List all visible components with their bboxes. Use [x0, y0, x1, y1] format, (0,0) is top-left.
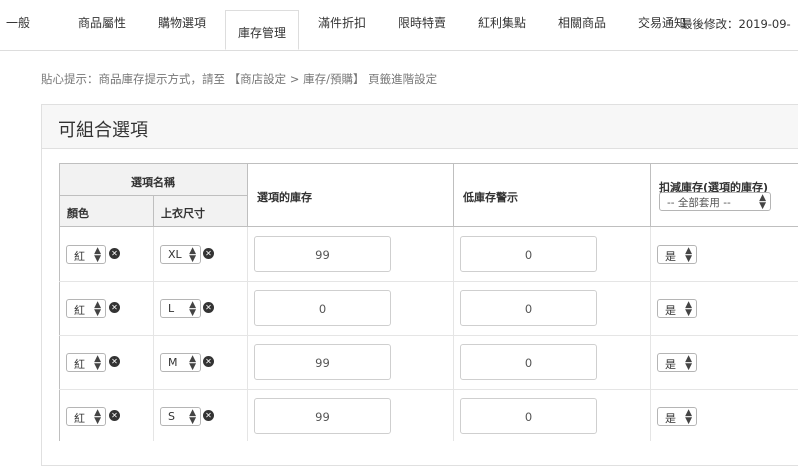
select-arrows-icon: ▲ ▼: [94, 246, 101, 264]
deduct-value: 是: [665, 304, 676, 317]
deduct-select[interactable]: 是 ▲ ▼: [657, 299, 697, 318]
grid-line: [453, 227, 454, 441]
color-value: 紅: [74, 412, 85, 425]
select-arrows-icon: ▲ ▼: [685, 246, 692, 264]
remove-size-icon[interactable]: ✕: [203, 302, 214, 313]
deduct-select[interactable]: 是 ▲ ▼: [657, 245, 697, 264]
color-select[interactable]: 紅 ▲ ▼: [66, 299, 106, 318]
tab-bonus-points[interactable]: 紅利集點: [478, 14, 526, 31]
select-arrows-icon: ▲ ▼: [94, 354, 101, 372]
select-arrows-icon: ▲ ▼: [189, 408, 196, 426]
select-arrows-icon: ▲ ▼: [759, 193, 766, 211]
low-stock-input[interactable]: 0: [460, 398, 597, 434]
select-arrows-icon: ▲ ▼: [94, 408, 101, 426]
size-select[interactable]: S ▲ ▼: [160, 407, 201, 426]
tab-general[interactable]: 一般: [6, 14, 30, 31]
remove-color-icon[interactable]: ✕: [109, 356, 120, 367]
option-name-header: 選項名稱: [59, 163, 248, 196]
stock-input[interactable]: 99: [254, 344, 391, 380]
low-stock-header: 低庫存警示: [453, 163, 651, 227]
size-select[interactable]: XL ▲ ▼: [160, 245, 201, 264]
size-value: M: [168, 356, 178, 369]
low-stock-input[interactable]: 0: [460, 290, 597, 326]
row-divider: [59, 281, 798, 282]
low-stock-input[interactable]: 0: [460, 236, 597, 272]
select-arrows-icon: ▲ ▼: [94, 300, 101, 318]
row-divider: [59, 389, 798, 390]
remove-color-icon[interactable]: ✕: [109, 410, 120, 421]
remove-color-icon[interactable]: ✕: [109, 248, 120, 259]
select-arrows-icon: ▲ ▼: [685, 354, 692, 372]
grid-line: [153, 227, 154, 441]
tab-shopping-options[interactable]: 購物選項: [158, 14, 206, 31]
color-select[interactable]: 紅 ▲ ▼: [66, 407, 106, 426]
color-header: 顏色: [59, 195, 154, 227]
inventory-tip: 貼心提示：商品庫存提示方式，請至 【商店設定 > 庫存/預購】 頁籤進階設定: [41, 72, 438, 86]
deduct-value: 是: [665, 412, 676, 425]
low-stock-input[interactable]: 0: [460, 344, 597, 380]
apply-all-select[interactable]: -- 全部套用 -- ▲ ▼: [659, 192, 771, 211]
color-value: 紅: [74, 358, 85, 371]
color-value: 紅: [74, 304, 85, 317]
size-select[interactable]: M ▲ ▼: [160, 353, 201, 372]
tab-bar: 一般 商品屬性 購物選項 庫存管理 滿件折扣 限時特賣 紅利集點 相關商品 交易…: [0, 0, 798, 51]
remove-size-icon[interactable]: ✕: [203, 410, 214, 421]
grid-line: [247, 227, 248, 441]
color-select[interactable]: 紅 ▲ ▼: [66, 353, 106, 372]
grid-line: [650, 227, 651, 441]
color-select[interactable]: 紅 ▲ ▼: [66, 245, 106, 264]
tab-product-attributes[interactable]: 商品屬性: [78, 14, 126, 31]
remove-size-icon[interactable]: ✕: [203, 248, 214, 259]
option-name-label: 選項名稱: [131, 176, 175, 189]
deduct-value: 是: [665, 250, 676, 263]
deduct-select[interactable]: 是 ▲ ▼: [657, 407, 697, 426]
remove-size-icon[interactable]: ✕: [203, 356, 214, 367]
size-value: XL: [168, 248, 182, 261]
tab-bulk-discount[interactable]: 滿件折扣: [318, 14, 366, 31]
stock-header: 選項的庫存: [247, 163, 454, 227]
panel-title: 可組合選項: [58, 120, 148, 141]
tab-transaction-notice[interactable]: 交易通知: [638, 14, 686, 31]
select-arrows-icon: ▲ ▼: [189, 246, 196, 264]
size-label: 上衣尺寸: [161, 207, 205, 220]
tab-inventory[interactable]: 庫存管理: [225, 10, 300, 50]
row-divider: [59, 335, 798, 336]
size-select[interactable]: L ▲ ▼: [160, 299, 201, 318]
stock-input[interactable]: 0: [254, 290, 391, 326]
select-arrows-icon: ▲ ▼: [189, 300, 196, 318]
select-arrows-icon: ▲ ▼: [685, 408, 692, 426]
tab-related-products[interactable]: 相關商品: [558, 14, 606, 31]
size-header: 上衣尺寸: [153, 195, 248, 227]
size-value: L: [168, 302, 175, 315]
deduct-select[interactable]: 是 ▲ ▼: [657, 353, 697, 372]
select-arrows-icon: ▲ ▼: [189, 354, 196, 372]
tab-flash-sale[interactable]: 限時特賣: [398, 14, 446, 31]
stock-label: 選項的庫存: [257, 191, 312, 204]
stock-input[interactable]: 99: [254, 398, 391, 434]
panel-header: 可組合選項: [42, 105, 798, 149]
color-label: 顏色: [67, 207, 89, 220]
deduct-value: 是: [665, 358, 676, 371]
stock-input[interactable]: 99: [254, 236, 391, 272]
low-stock-label: 低庫存警示: [463, 191, 518, 204]
remove-color-icon[interactable]: ✕: [109, 302, 120, 313]
apply-all-value: -- 全部套用 --: [667, 197, 731, 209]
color-value: 紅: [74, 250, 85, 263]
grid-line: [59, 227, 60, 441]
select-arrows-icon: ▲ ▼: [685, 300, 692, 318]
last-modified: 最後修改：2019-09-: [681, 17, 791, 31]
size-value: S: [168, 410, 175, 423]
